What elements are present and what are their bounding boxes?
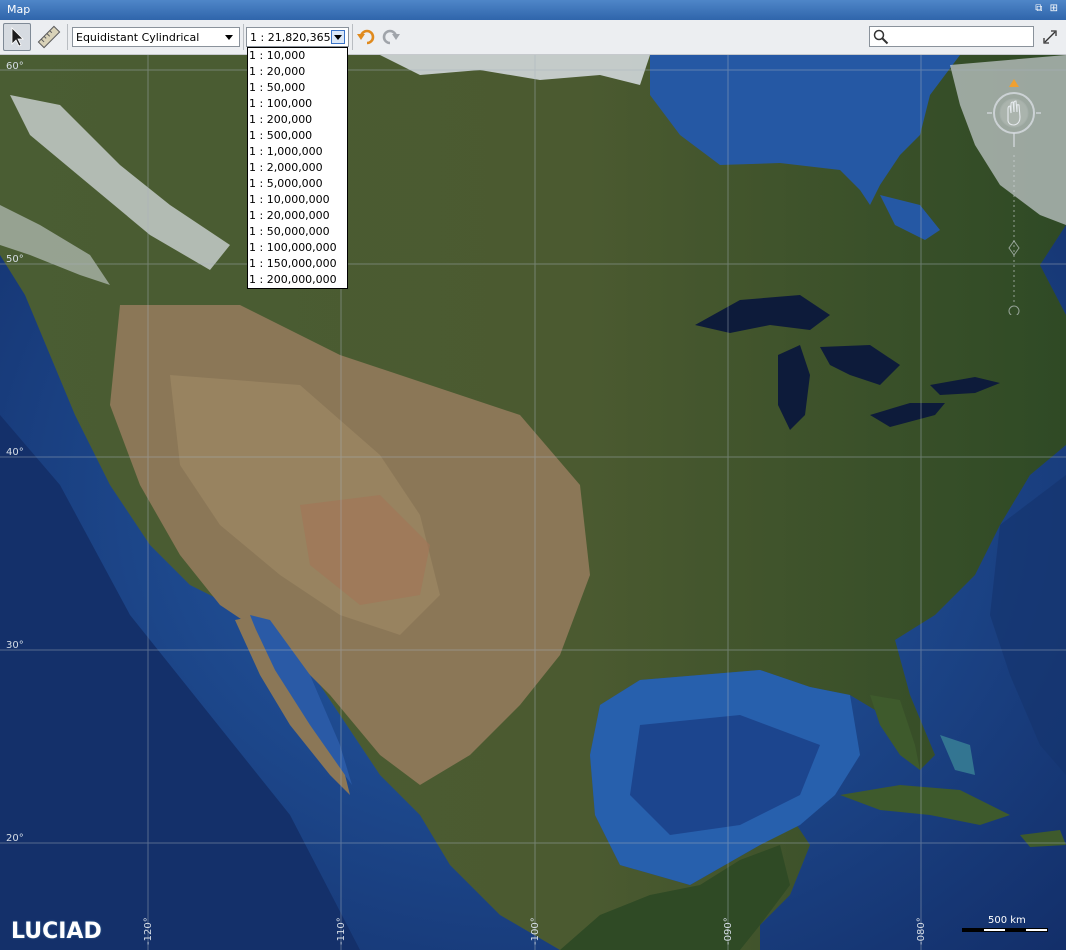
- longitude-label: -100°: [530, 917, 541, 945]
- expand-icon: [1043, 30, 1057, 44]
- scale-option[interactable]: 1 : 50,000,000: [248, 224, 347, 240]
- scale-option[interactable]: 1 : 2,000,000: [248, 160, 347, 176]
- scale-option[interactable]: 1 : 200,000,000: [248, 272, 347, 288]
- scale-option[interactable]: 1 : 10,000: [248, 48, 347, 64]
- toolbar-separator: [352, 24, 353, 50]
- window-titlebar: Map ⧉ ⊞: [0, 0, 1066, 20]
- scale-option[interactable]: 1 : 500,000: [248, 128, 347, 144]
- window-title: Map: [7, 3, 31, 16]
- undo-icon: [357, 29, 375, 45]
- map-imagery: [0, 55, 1066, 950]
- navigation-compass[interactable]: [986, 77, 1042, 157]
- longitude-label: -110°: [336, 917, 347, 945]
- ruler-tool-button[interactable]: [35, 23, 63, 51]
- redo-button[interactable]: [380, 23, 402, 51]
- scale-option[interactable]: 1 : 50,000: [248, 80, 347, 96]
- projection-select[interactable]: Equidistant Cylindrical: [72, 27, 240, 47]
- fullscreen-button[interactable]: [1038, 23, 1062, 51]
- projection-value: Equidistant Cylindrical: [76, 31, 200, 44]
- chevron-down-icon: [331, 30, 345, 44]
- zoom-handle-icon: [1008, 240, 1020, 256]
- scale-option[interactable]: 1 : 100,000: [248, 96, 347, 112]
- longitude-label: -120°: [143, 917, 154, 945]
- scale-option[interactable]: 1 : 200,000: [248, 112, 347, 128]
- scale-option[interactable]: 1 : 5,000,000: [248, 176, 347, 192]
- redo-icon: [382, 29, 400, 45]
- scale-option[interactable]: 1 : 1,000,000: [248, 144, 347, 160]
- north-arrow-icon: [1009, 79, 1019, 87]
- map-view[interactable]: 60° 50° 40° 30° 20° -120° -110° -100° -0…: [0, 55, 1066, 950]
- zoom-slider[interactable]: [1006, 155, 1022, 315]
- select-tool-button[interactable]: [3, 23, 31, 51]
- toolbar-separator: [243, 24, 244, 50]
- search-box[interactable]: [869, 26, 1034, 47]
- scale-bar-label: 500 km: [988, 915, 1026, 926]
- window-controls[interactable]: ⧉ ⊞: [1035, 3, 1060, 14]
- scale-option[interactable]: 1 : 10,000,000: [248, 192, 347, 208]
- scale-dropdown-list[interactable]: 1 : 10,000 1 : 20,000 1 : 50,000 1 : 100,00…: [247, 47, 348, 289]
- toolbar-separator: [67, 24, 68, 50]
- latitude-label: 40°: [6, 447, 24, 458]
- latitude-label: 60°: [6, 61, 24, 72]
- zoom-out-icon: [1008, 305, 1020, 315]
- arrow-cursor-icon: [11, 27, 24, 47]
- scale-value: 1 : 21,820,365: [250, 31, 331, 44]
- scale-option[interactable]: 1 : 150,000,000: [248, 256, 347, 272]
- search-input[interactable]: [892, 28, 1030, 44]
- map-toolbar: Equidistant Cylindrical 1 : 21,820,365: [0, 20, 1066, 55]
- scale-option[interactable]: 1 : 100,000,000: [248, 240, 347, 256]
- longitude-label: -080°: [916, 917, 927, 945]
- scale-bar-graphic: [962, 928, 1048, 932]
- scale-option[interactable]: 1 : 20,000: [248, 64, 347, 80]
- scale-select[interactable]: 1 : 21,820,365: [246, 27, 349, 47]
- latitude-label: 50°: [6, 254, 24, 265]
- chevron-down-icon: [222, 30, 236, 44]
- latitude-label: 20°: [6, 833, 24, 844]
- longitude-label: -090°: [723, 917, 734, 945]
- undo-button[interactable]: [355, 23, 377, 51]
- luciad-logo: LUCIAD: [11, 919, 102, 944]
- latitude-label: 30°: [6, 640, 24, 651]
- ruler-icon: [37, 25, 61, 49]
- scale-option[interactable]: 1 : 20,000,000: [248, 208, 347, 224]
- search-icon: [873, 29, 889, 48]
